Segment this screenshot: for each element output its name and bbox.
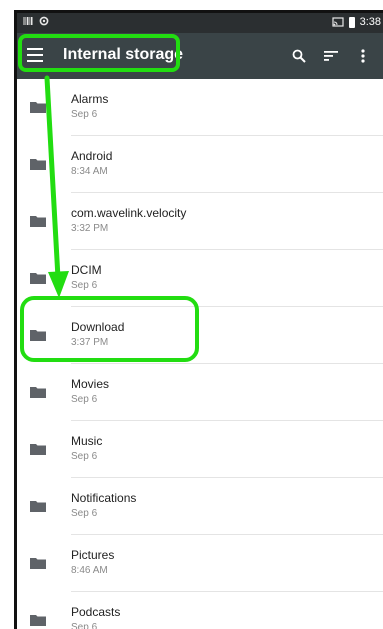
file-name: Movies [71,377,110,391]
file-name: Music [71,434,103,448]
battery-icon [348,16,355,28]
sort-icon [324,51,338,61]
folder-icon [30,273,46,284]
file-name: Alarms [71,92,109,106]
screenshot-frame: 3:38 Internal storage Alarms Sep 6 Andro… [0,0,383,629]
file-name: com.wavelink.velocity [71,206,187,220]
file-date: Sep 6 [71,622,98,629]
more-options-button[interactable] [347,45,379,67]
file-name: DCIM [71,263,102,277]
list-item[interactable]: Music Sep 6 [17,421,383,478]
toolbar-actions [283,45,379,67]
status-right-icons: 3:38 [331,16,381,28]
page-title: Internal storage [63,46,184,63]
file-name: Android [71,149,113,163]
folder-icon [30,558,46,569]
file-name: Pictures [71,548,115,562]
status-time: 3:38 [359,16,381,28]
search-icon [292,49,306,63]
file-name: Podcasts [71,605,121,619]
list-item[interactable]: DCIM Sep 6 [17,250,383,307]
list-item[interactable]: Podcasts Sep 6 [17,592,383,629]
app-toolbar: Internal storage [17,33,383,79]
folder-icon [30,159,46,170]
list-item[interactable]: Notifications Sep 6 [17,478,383,535]
file-list: Alarms Sep 6 Android 8:34 AM com.wavelin… [17,79,383,629]
file-name: Notifications [71,491,137,505]
file-date: 3:37 PM [71,337,109,348]
file-date: 8:34 AM [71,166,108,177]
folder-icon [30,387,46,398]
folder-icon [30,102,46,113]
android-device-screen: 3:38 Internal storage Alarms Sep 6 Andro… [14,10,383,629]
folder-icon [30,330,46,341]
folder-icon [30,216,46,227]
file-name: Download [71,320,125,334]
cast-icon [331,17,344,27]
list-item-download[interactable]: Download 3:37 PM [17,307,383,364]
sync-icon [39,16,49,26]
file-date: Sep 6 [71,508,98,519]
scanner-icon [23,17,33,25]
file-date: Sep 6 [71,109,98,120]
file-date: Sep 6 [71,451,98,462]
status-left-icons [23,16,49,26]
folder-icon [30,615,46,626]
file-date: 8:46 AM [71,565,108,576]
file-date: Sep 6 [71,280,98,291]
list-item[interactable]: Pictures 8:46 AM [17,535,383,592]
list-item[interactable]: Alarms Sep 6 [17,79,383,136]
file-date: Sep 6 [71,394,98,405]
file-date: 3:32 PM [71,223,109,234]
list-item[interactable]: Android 8:34 AM [17,136,383,193]
list-item[interactable]: Movies Sep 6 [17,364,383,421]
hamburger-menu-icon[interactable] [27,48,43,62]
more-vert-icon [361,49,365,63]
folder-icon [30,444,46,455]
status-bar: 3:38 [17,13,383,33]
folder-icon [30,501,46,512]
list-item[interactable]: com.wavelink.velocity 3:32 PM [17,193,383,250]
search-button[interactable] [283,45,315,67]
sort-button[interactable] [315,45,347,67]
